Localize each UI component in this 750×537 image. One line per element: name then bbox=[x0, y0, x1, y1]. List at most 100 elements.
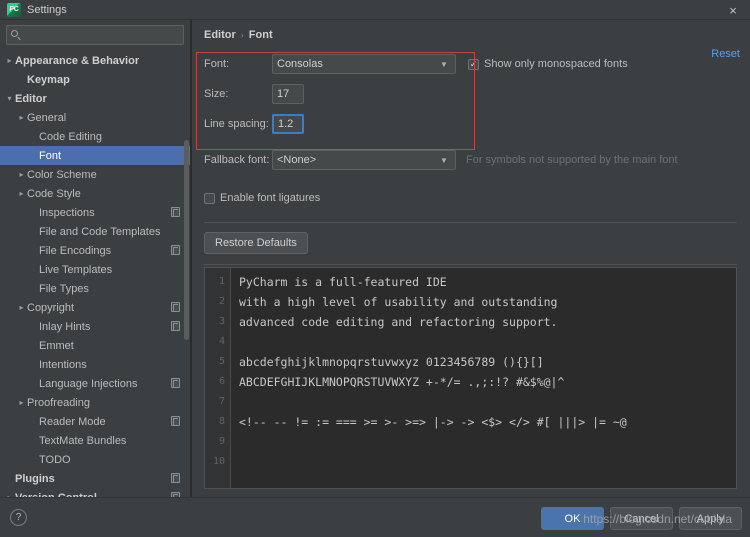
dialog-button-group: OK Cancel Apply bbox=[541, 507, 742, 530]
sidebar-item-label: Editor bbox=[15, 92, 47, 105]
sidebar-item-label: Copyright bbox=[27, 301, 75, 314]
line-number: 6 bbox=[218, 376, 225, 387]
sidebar-item-language-injections[interactable]: Language Injections bbox=[0, 374, 190, 393]
sidebar-item-emmet[interactable]: Emmet bbox=[0, 336, 190, 355]
ok-button[interactable]: OK bbox=[541, 507, 604, 530]
help-button[interactable]: ? bbox=[10, 509, 27, 526]
sidebar-item-file-and-code-templates[interactable]: File and Code Templates bbox=[0, 222, 190, 241]
chevron-right-icon[interactable] bbox=[16, 303, 27, 312]
project-scope-icon bbox=[171, 321, 180, 331]
search-input[interactable] bbox=[25, 28, 179, 42]
sidebar-item-code-style[interactable]: Code Style bbox=[0, 184, 190, 203]
font-label: Font: bbox=[204, 58, 230, 70]
sidebar-item-intentions[interactable]: Intentions bbox=[0, 355, 190, 374]
sidebar-item-keymap[interactable]: Keymap bbox=[0, 70, 190, 89]
line-number: 4 bbox=[218, 336, 225, 347]
line-number: 10 bbox=[212, 456, 225, 467]
fallback-font-select[interactable]: <None> ▼ bbox=[272, 150, 456, 170]
restore-defaults-button[interactable]: Restore Defaults bbox=[204, 232, 308, 254]
monospaced-checkbox-row[interactable]: Show only monospaced fonts bbox=[468, 58, 628, 70]
sidebar-item-label: Plugins bbox=[15, 472, 55, 485]
sidebar-item-label: Inspections bbox=[39, 206, 95, 219]
code-line: advanced code editing and refactoring su… bbox=[239, 315, 558, 329]
window-title: Settings bbox=[27, 3, 67, 16]
fallback-font-row: Fallback font: <None> ▼ For symbols not … bbox=[204, 148, 750, 172]
code-line: abcdefghijklmnopqrstuvwxyz 0123456789 ()… bbox=[239, 355, 544, 369]
chevron-down-icon[interactable] bbox=[4, 94, 15, 103]
sidebar-item-inlay-hints[interactable]: Inlay Hints bbox=[0, 317, 190, 336]
line-spacing-input[interactable]: 1.2 bbox=[272, 114, 304, 134]
ligatures-checkbox-row[interactable]: Enable font ligatures bbox=[204, 192, 320, 204]
search-box[interactable] bbox=[6, 25, 184, 45]
sidebar-item-font[interactable]: Font bbox=[0, 146, 190, 165]
sidebar-item-code-editing[interactable]: Code Editing bbox=[0, 127, 190, 146]
code-line: with a high level of usability and outst… bbox=[239, 295, 558, 309]
breadcrumb-separator-icon: › bbox=[240, 30, 244, 40]
sidebar-item-label: File Types bbox=[39, 282, 89, 295]
sidebar-item-plugins[interactable]: Plugins bbox=[0, 469, 190, 488]
sidebar-item-live-templates[interactable]: Live Templates bbox=[0, 260, 190, 279]
sidebar-scrollbar[interactable] bbox=[184, 140, 189, 340]
sidebar-item-textmate-bundles[interactable]: TextMate Bundles bbox=[0, 431, 190, 450]
sidebar-item-inspections[interactable]: Inspections bbox=[0, 203, 190, 222]
font-settings-pane: Editor › Font Reset Font: Consolas ▼ Sho… bbox=[191, 20, 750, 497]
project-scope-icon bbox=[171, 302, 180, 312]
sidebar-item-file-types[interactable]: File Types bbox=[0, 279, 190, 298]
dialog-body: Appearance & Behavior Keymap Editor General… bbox=[0, 20, 750, 497]
chevron-down-icon: ▼ bbox=[440, 59, 448, 69]
ligatures-checkbox[interactable] bbox=[204, 192, 215, 204]
sidebar-item-file-encodings[interactable]: File Encodings bbox=[0, 241, 190, 260]
sidebar-item-reader-mode[interactable]: Reader Mode bbox=[0, 412, 190, 431]
sidebar-item-todo[interactable]: TODO bbox=[0, 450, 190, 469]
ligatures-label: Enable font ligatures bbox=[220, 192, 321, 204]
sidebar-item-label: TODO bbox=[39, 453, 71, 466]
restore-defaults-row: Restore Defaults bbox=[204, 232, 750, 254]
sidebar-item-version-control[interactable]: Version Control bbox=[0, 488, 190, 497]
breadcrumb-current: Font bbox=[248, 29, 273, 41]
font-preview-editor[interactable]: 1 2 3 4 5 6 7 8 9 10 PyCharm is a full-featured I… bbox=[204, 267, 737, 489]
sidebar-item-label: Intentions bbox=[39, 358, 87, 371]
dialog-footer: ? OK Cancel Apply https://blog.csdn.net/… bbox=[0, 497, 750, 537]
chevron-right-icon[interactable] bbox=[16, 398, 27, 407]
editor-code-preview[interactable]: PyCharm is a full-featured IDE with a hig… bbox=[231, 268, 736, 488]
sidebar-item-color-scheme[interactable]: Color Scheme bbox=[0, 165, 190, 184]
apply-button[interactable]: Apply bbox=[679, 507, 742, 530]
settings-tree[interactable]: Appearance & Behavior Keymap Editor General… bbox=[0, 49, 190, 497]
pycharm-icon: PC bbox=[7, 2, 21, 17]
chevron-right-icon[interactable] bbox=[16, 113, 27, 122]
sidebar-item-general[interactable]: General bbox=[0, 108, 190, 127]
sidebar-item-editor[interactable]: Editor bbox=[0, 89, 190, 108]
monospaced-checkbox[interactable] bbox=[468, 58, 479, 70]
sidebar-item-label: Live Templates bbox=[39, 263, 113, 276]
close-icon[interactable]: × bbox=[722, 2, 744, 18]
sidebar-item-label: Reader Mode bbox=[39, 415, 106, 428]
chevron-right-icon[interactable] bbox=[4, 56, 15, 65]
fallback-font-hint: For symbols not supported by the main fo… bbox=[466, 154, 678, 166]
sidebar-item-appearance-behavior[interactable]: Appearance & Behavior bbox=[0, 51, 190, 70]
line-number: 3 bbox=[218, 316, 225, 327]
sidebar-item-label: Emmet bbox=[39, 339, 74, 352]
size-row: Size: 17 bbox=[204, 82, 750, 106]
fallback-font-label: Fallback font: bbox=[204, 154, 270, 166]
search-icon bbox=[11, 29, 22, 41]
project-scope-icon bbox=[171, 378, 180, 388]
pane-divider bbox=[191, 20, 192, 497]
font-family-select[interactable]: Consolas ▼ bbox=[272, 54, 456, 74]
ligatures-row[interactable]: Enable font ligatures bbox=[204, 186, 750, 210]
font-size-input[interactable]: 17 bbox=[272, 84, 304, 104]
sidebar-item-copyright[interactable]: Copyright bbox=[0, 298, 190, 317]
sidebar-item-label: File and Code Templates bbox=[39, 225, 161, 238]
sidebar-item-label: Keymap bbox=[27, 73, 70, 86]
project-scope-icon bbox=[171, 207, 180, 217]
cancel-button[interactable]: Cancel bbox=[610, 507, 673, 530]
chevron-right-icon[interactable] bbox=[16, 170, 27, 179]
sidebar-item-proofreading[interactable]: Proofreading bbox=[0, 393, 190, 412]
code-line: ABCDEFGHIJKLMNOPQRSTUVWXYZ +-*/= .,;:!? … bbox=[239, 375, 565, 389]
reset-link[interactable]: Reset bbox=[711, 48, 740, 60]
chevron-right-icon[interactable] bbox=[16, 189, 27, 198]
line-number: 7 bbox=[218, 396, 225, 407]
chevron-down-icon: ▼ bbox=[440, 155, 448, 165]
breadcrumb-parent[interactable]: Editor bbox=[204, 29, 236, 41]
